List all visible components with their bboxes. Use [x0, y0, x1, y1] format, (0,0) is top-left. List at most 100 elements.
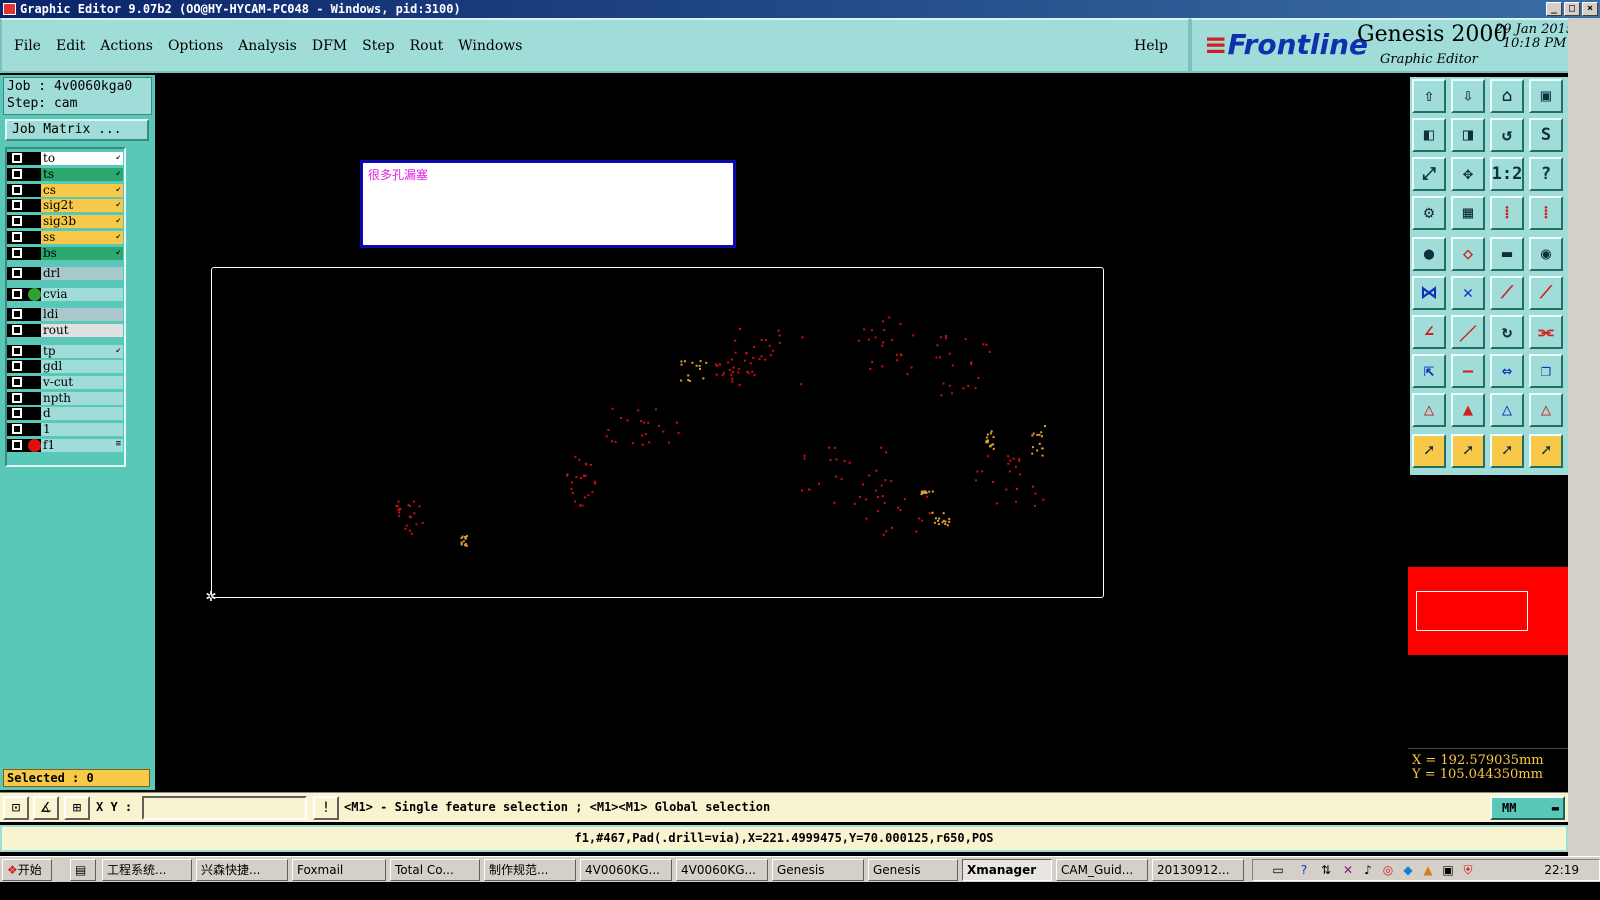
layer-name[interactable]: sig2t	[41, 199, 123, 212]
layer-row-cs[interactable]: cs ↙	[7, 184, 124, 197]
menu-dfm[interactable]: DFM	[312, 38, 347, 54]
layer-row-sig2t[interactable]: sig2t ↙	[7, 199, 124, 212]
layer-name[interactable]: gdl	[41, 360, 123, 373]
layer-checkbox[interactable]	[12, 289, 22, 299]
layer-row-tp[interactable]: tp ↙	[7, 345, 124, 358]
help-tray-icon[interactable]: ?	[1297, 863, 1311, 877]
line-icon[interactable]: ⟋	[1490, 276, 1524, 310]
task-3[interactable]: Total Co...	[390, 859, 480, 881]
graphic-canvas[interactable]: 很多孔漏塞 ✲	[155, 75, 1408, 790]
layer-checkbox[interactable]	[12, 232, 22, 242]
warning-tray-icon[interactable]: ▲	[1421, 863, 1435, 877]
layer-checkbox[interactable]	[12, 185, 22, 195]
task-0[interactable]: 工程系统...	[102, 859, 192, 881]
layer-row-bs[interactable]: bs ↙	[7, 247, 124, 260]
layer-checkbox[interactable]	[12, 377, 22, 387]
layer-affected-icon[interactable]: ↙	[116, 152, 121, 162]
zoom-fit-icon[interactable]: ⤢	[1412, 157, 1446, 191]
job-matrix-button[interactable]: Job Matrix ...	[5, 119, 149, 141]
shape-icon[interactable]: ◇	[1451, 237, 1485, 271]
layer-checkbox[interactable]	[12, 393, 22, 403]
show-desktop-icon[interactable]: ▤	[70, 859, 96, 881]
layer-row-to[interactable]: to ↙	[7, 152, 124, 165]
layer-affected-icon[interactable]: ↙	[116, 168, 121, 178]
slash-icon[interactable]: ／	[1451, 315, 1485, 349]
layer-affected-icon[interactable]: ↙	[116, 199, 121, 209]
zoom-center-icon[interactable]: ✥	[1451, 157, 1485, 191]
triangle-up-icon[interactable]: ▲	[1451, 393, 1485, 427]
task-1[interactable]: 兴森快捷...	[196, 859, 288, 881]
triangle-blue-icon[interactable]: △	[1490, 393, 1524, 427]
update-icon[interactable]: ◆	[1401, 863, 1415, 877]
task-5[interactable]: 4V0060KG...	[580, 859, 672, 881]
layer-checkbox[interactable]	[12, 169, 22, 179]
layer-row-f1[interactable]: f1 ≡	[7, 439, 124, 452]
settings-icon[interactable]: ⚙	[1412, 196, 1446, 230]
delete-feature-icon[interactable]: ✕	[1451, 276, 1485, 310]
layer-name[interactable]: npth	[41, 392, 123, 405]
layer-name[interactable]: d	[41, 407, 123, 420]
menu-edit[interactable]: Edit	[56, 38, 85, 54]
layer-checkbox[interactable]	[12, 361, 22, 371]
layer-row-gdl[interactable]: gdl	[7, 360, 124, 373]
scale-icon[interactable]: 1:2	[1490, 157, 1524, 191]
layer-name[interactable]: cvia	[41, 288, 123, 301]
zoom-box-icon[interactable]: ⊡	[3, 796, 29, 820]
ruler-icon[interactable]: ▬	[1490, 237, 1524, 271]
layer-checkbox[interactable]	[12, 309, 22, 319]
layer-name[interactable]: rout	[41, 324, 123, 337]
menu-rout[interactable]: Rout	[410, 38, 444, 54]
volume-icon[interactable]: ♪	[1361, 863, 1375, 877]
window-icon[interactable]: ▣	[1529, 79, 1563, 113]
monitor-icon[interactable]: ▣	[1441, 863, 1455, 877]
layer-checkbox[interactable]	[12, 440, 22, 450]
task-9[interactable]: Xmanager	[962, 859, 1052, 881]
home-icon[interactable]: ⌂	[1490, 79, 1524, 113]
copy-icon[interactable]: ❐	[1529, 354, 1563, 388]
layer-checkbox[interactable]	[12, 200, 22, 210]
layer-name[interactable]: ldi	[41, 308, 123, 321]
layer-row-ss[interactable]: ss ↙	[7, 231, 124, 244]
net-highlight-icon[interactable]: ⁞	[1529, 196, 1563, 230]
task-10[interactable]: CAM_Guid...	[1056, 859, 1148, 881]
start-button[interactable]: ❖开始	[2, 859, 52, 881]
network-icon[interactable]: ⇅	[1319, 863, 1333, 877]
layer-row-ldi[interactable]: ldi	[7, 308, 124, 321]
select-pointer-icon[interactable]: ➚	[1412, 434, 1446, 468]
menu-step[interactable]: Step	[362, 38, 394, 54]
menu-file[interactable]: File	[14, 38, 41, 54]
snap-icon[interactable]: S	[1529, 118, 1563, 152]
layer-name[interactable]: ts	[41, 168, 123, 181]
maximize-button[interactable]: □	[1564, 2, 1580, 16]
layer-name[interactable]: drl	[41, 267, 123, 280]
snap-angle-icon[interactable]: ∡	[33, 796, 59, 820]
task-2[interactable]: Foxmail	[292, 859, 386, 881]
task-11[interactable]: 20130912...	[1152, 859, 1244, 881]
mirror-icon[interactable]: ⫘	[1529, 315, 1563, 349]
layer-checkbox[interactable]	[12, 248, 22, 258]
circle-icon[interactable]: ◉	[1529, 237, 1563, 271]
menu-help[interactable]: Help	[1134, 38, 1168, 54]
connect-icon[interactable]: ⋈	[1412, 276, 1446, 310]
angle-icon[interactable]: ∠	[1412, 315, 1446, 349]
overview-viewport[interactable]	[1416, 591, 1528, 631]
task-4[interactable]: 制作规范...	[484, 859, 576, 881]
layer-name[interactable]: to	[41, 152, 123, 165]
select-area-icon[interactable]: ➚	[1490, 434, 1524, 468]
grid-snap-icon[interactable]: ⊞	[64, 796, 90, 820]
rotate-icon[interactable]: ↻	[1490, 315, 1524, 349]
minimize-button[interactable]: _	[1546, 2, 1562, 16]
layer-name[interactable]: 1	[41, 423, 123, 436]
save-job-icon[interactable]: ⇩	[1451, 79, 1485, 113]
units-selector[interactable]: MM ▬	[1490, 796, 1565, 820]
layer-name[interactable]: ss	[41, 231, 123, 244]
layer-affected-icon[interactable]: ≡	[116, 439, 121, 449]
layer-row-cvia[interactable]: cvia	[7, 288, 124, 301]
move-icon[interactable]: ⇱	[1412, 354, 1446, 388]
layer-checkbox[interactable]	[12, 268, 22, 278]
layer-checkbox[interactable]	[12, 346, 22, 356]
menu-actions[interactable]: Actions	[100, 38, 153, 54]
printer-icon[interactable]: ▭	[1271, 863, 1285, 877]
chrome-icon[interactable]: ◎	[1381, 863, 1395, 877]
warning-icon[interactable]: !	[313, 796, 339, 820]
